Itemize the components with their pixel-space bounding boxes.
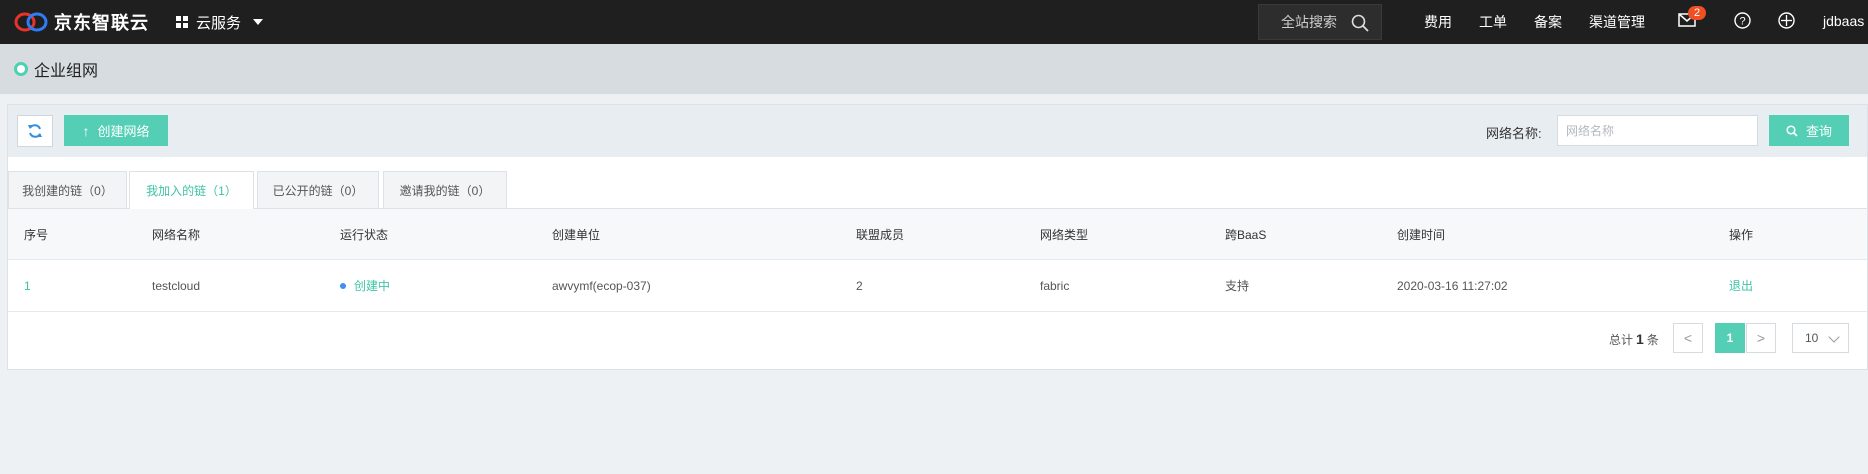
row-status-text: 创建中 xyxy=(354,279,391,293)
network-name-input[interactable] xyxy=(1557,115,1758,146)
tab-invited-chains[interactable]: 邀请我的链（0） xyxy=(383,171,507,209)
service-menu-label: 云服务 xyxy=(196,14,242,32)
nav-tickets[interactable]: 工单 xyxy=(1479,12,1507,32)
table-header: 序号 网络名称 运行状态 创建单位 联盟成员 网络类型 跨BaaS 创建时间 操… xyxy=(8,209,1867,260)
nav-billing[interactable]: 费用 xyxy=(1424,12,1452,32)
create-network-button[interactable]: ↑ 创建网络 xyxy=(64,115,168,146)
exit-link[interactable]: 退出 xyxy=(1729,260,1753,311)
nav-channel[interactable]: 渠道管理 xyxy=(1589,12,1645,32)
col-members: 联盟成员 xyxy=(856,227,905,242)
row-index: 1 xyxy=(24,278,31,293)
col-run-status: 运行状态 xyxy=(340,227,389,242)
brand-logo-icon xyxy=(14,12,48,32)
top-links: 费用 工单 备案 渠道管理 xyxy=(1424,0,1672,44)
brand-logo[interactable]: 京东智联云 xyxy=(14,9,149,35)
row-network-type: fabric xyxy=(1040,278,1070,293)
network-name-label: 网络名称: xyxy=(1486,126,1542,141)
svg-text:?: ? xyxy=(1739,16,1745,28)
query-button[interactable]: 查询 xyxy=(1769,115,1849,146)
pagination-total-prefix: 总计 xyxy=(1609,333,1634,347)
tab-public-chains[interactable]: 已公开的链（0） xyxy=(257,171,379,209)
pagination-total: 总计 1 条 xyxy=(1609,331,1659,348)
page-title: 企业组网 xyxy=(34,63,99,80)
row-created-time: 2020-03-16 11:27:02 xyxy=(1397,278,1508,293)
user-menu[interactable]: jdbaas xyxy=(1823,13,1864,29)
grid-icon xyxy=(176,16,188,28)
mail-badge: 2 xyxy=(1688,6,1706,20)
page-1-button[interactable]: 1 xyxy=(1715,323,1745,353)
query-label: 查询 xyxy=(1805,124,1832,139)
arrow-up-icon: ↑ xyxy=(82,122,90,139)
create-network-label: 创建网络 xyxy=(97,124,150,139)
table-row: 1 testcloud 创建中 awvymf(ecop-037) 2 fabri… xyxy=(8,260,1867,312)
caret-down-icon xyxy=(253,19,264,25)
chain-tabs: 我创建的链（0） 我加入的链（1） 已公开的链（0） 邀请我的链（0） xyxy=(8,157,1867,210)
main-panel: ↑ 创建网络 网络名称: 查询 我创建的链（0） 我加入的链（1） 已公开的链（… xyxy=(7,104,1868,370)
col-actions: 操作 xyxy=(1729,227,1754,242)
refresh-button[interactable] xyxy=(17,115,53,147)
page-size-select[interactable]: 10 xyxy=(1792,323,1849,353)
nav-filing[interactable]: 备案 xyxy=(1534,12,1562,32)
page-header: 企业组网 xyxy=(0,44,1868,94)
page-size-value: 10 xyxy=(1805,331,1819,345)
global-search[interactable]: 全站搜索 xyxy=(1258,4,1382,40)
tab-created-chains[interactable]: 我创建的链（0） xyxy=(8,171,127,209)
pagination-total-count: 1 xyxy=(1636,331,1644,347)
tab-joined-chains[interactable]: 我加入的链（1） xyxy=(129,171,254,210)
brand-name: 京东智联云 xyxy=(54,13,149,33)
row-network-name: testcloud xyxy=(152,278,201,293)
status-dot-icon xyxy=(340,282,346,289)
status-ring-icon xyxy=(14,62,28,76)
search-icon xyxy=(1786,124,1798,137)
prev-page-button[interactable]: < xyxy=(1673,323,1703,353)
top-navbar: 京东智联云 云服务 全站搜索 费用 工单 备案 渠道管理 2 ? jdbaas xyxy=(0,0,1868,44)
chevron-down-icon xyxy=(1828,331,1840,343)
globe-icon[interactable] xyxy=(1778,12,1795,29)
col-index: 序号 xyxy=(24,227,49,242)
row-org: awvymf(ecop-037) xyxy=(552,278,651,293)
row-status: 创建中 xyxy=(340,260,390,311)
col-org: 创建单位 xyxy=(552,227,601,242)
toolbar: ↑ 创建网络 网络名称: 查询 xyxy=(8,105,1867,157)
help-icon[interactable]: ? xyxy=(1734,12,1751,29)
service-menu[interactable]: 云服务 xyxy=(176,0,264,44)
col-network-name: 网络名称 xyxy=(152,227,201,242)
next-page-button[interactable]: > xyxy=(1746,323,1776,353)
row-cross-baas: 支持 xyxy=(1225,279,1250,293)
row-members: 2 xyxy=(856,278,863,293)
search-icon[interactable] xyxy=(1351,14,1369,32)
global-search-placeholder: 全站搜索 xyxy=(1281,14,1337,30)
col-created-time: 创建时间 xyxy=(1397,227,1446,242)
refresh-icon xyxy=(28,124,42,138)
col-cross-baas: 跨BaaS xyxy=(1225,227,1267,242)
col-network-type: 网络类型 xyxy=(1040,227,1089,242)
pagination-total-suffix: 条 xyxy=(1646,333,1659,347)
